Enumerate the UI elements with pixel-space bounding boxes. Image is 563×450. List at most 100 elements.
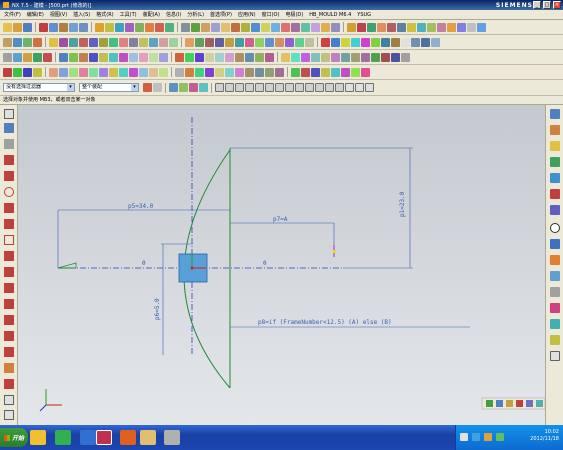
- top-view-icon[interactable]: [421, 37, 430, 47]
- process-studio-icon[interactable]: [550, 255, 560, 265]
- move-object-icon[interactable]: [281, 52, 290, 62]
- layer-settings-icon[interactable]: [321, 52, 330, 62]
- dim-p8[interactable]: p8=if (FrameNumber<12.5) (A) else (B): [258, 319, 392, 326]
- attribute-icon[interactable]: [205, 52, 214, 62]
- sketch-name-icon[interactable]: [4, 123, 14, 133]
- plane-constructor-icon[interactable]: [365, 83, 374, 92]
- rotate-icon[interactable]: [125, 22, 134, 32]
- sphere-icon[interactable]: [251, 22, 260, 32]
- hb-move-icon[interactable]: [89, 67, 98, 77]
- stop-icon[interactable]: [23, 67, 32, 77]
- sketch-mirror-icon[interactable]: [4, 363, 14, 373]
- maximize-button[interactable]: □: [543, 1, 551, 9]
- thicken-icon[interactable]: [477, 22, 486, 32]
- ie-icon[interactable]: [55, 430, 71, 445]
- menu-window[interactable]: 窗口(O): [262, 11, 280, 18]
- sketch-arc-icon[interactable]: [4, 171, 14, 181]
- origin-point[interactable]: [190, 266, 194, 270]
- trim-body-icon[interactable]: [417, 22, 426, 32]
- paste-icon[interactable]: [59, 22, 68, 32]
- regen-icon[interactable]: [341, 67, 350, 77]
- fit-icon[interactable]: [95, 22, 104, 32]
- menu-information[interactable]: 信息(I): [166, 11, 181, 18]
- core-cavity-icon[interactable]: [351, 37, 360, 47]
- spreadsheet-icon[interactable]: [195, 52, 204, 62]
- redo-icon[interactable]: [79, 22, 88, 32]
- sketch-trim-icon[interactable]: [4, 315, 14, 325]
- weld-icon[interactable]: [225, 67, 234, 77]
- grid-icon[interactable]: [311, 52, 320, 62]
- yellow-warn-icon[interactable]: [321, 67, 330, 77]
- sketch-corner-icon[interactable]: [4, 347, 14, 357]
- background-icon[interactable]: [391, 52, 400, 62]
- sketch-extend-icon[interactable]: [4, 331, 14, 341]
- hb-setup-icon[interactable]: [149, 67, 158, 77]
- pmi-icon[interactable]: [265, 67, 274, 77]
- close-button[interactable]: ×: [553, 1, 561, 9]
- quick-zoom-icon[interactable]: [496, 400, 503, 407]
- join-curve-icon[interactable]: [275, 37, 284, 47]
- clip-icon[interactable]: [351, 52, 360, 62]
- dim-p6[interactable]: p6=5.0: [154, 298, 161, 320]
- quick-orient-icon[interactable]: [526, 400, 533, 407]
- record-icon[interactable]: [3, 67, 12, 77]
- sketch-chamfer-icon[interactable]: [4, 219, 14, 229]
- mould-wizard-tab-icon[interactable]: [550, 319, 560, 329]
- view-triad-icon[interactable]: [401, 37, 410, 47]
- fix-icon[interactable]: [79, 52, 88, 62]
- pocket-icon[interactable]: [301, 22, 310, 32]
- symmetric-icon[interactable]: [159, 52, 168, 62]
- vertical-icon[interactable]: [139, 52, 148, 62]
- hole-icon[interactable]: [281, 22, 290, 32]
- intersect-icon[interactable]: [367, 22, 376, 32]
- point-icon[interactable]: [13, 52, 22, 62]
- vector-constructor-icon[interactable]: [355, 83, 364, 92]
- face-rule-icon[interactable]: [179, 83, 188, 92]
- section-view-icon[interactable]: [361, 52, 370, 62]
- render-icon[interactable]: [381, 52, 390, 62]
- face-blend-icon[interactable]: [59, 37, 68, 47]
- general-selection-icon[interactable]: [153, 83, 162, 92]
- dim-p1[interactable]: p1=23.0: [399, 191, 406, 217]
- web-icon[interactable]: [265, 52, 274, 62]
- update-icon[interactable]: [351, 67, 360, 77]
- cone-icon[interactable]: [241, 22, 250, 32]
- scale-icon[interactable]: [467, 22, 476, 32]
- quick-rotate-icon[interactable]: [516, 400, 523, 407]
- slider-icon[interactable]: [391, 37, 400, 47]
- delete-icon[interactable]: [361, 67, 370, 77]
- part-navigator-icon[interactable]: [215, 52, 224, 62]
- extrude-icon[interactable]: [261, 22, 270, 32]
- constraint-icon[interactable]: [69, 52, 78, 62]
- green-check-icon[interactable]: [291, 67, 300, 77]
- dim-p5[interactable]: p5=34.0: [128, 203, 154, 210]
- ejector-icon[interactable]: [381, 37, 390, 47]
- quick-shade-icon[interactable]: [536, 400, 543, 407]
- hb-cam-icon[interactable]: [129, 67, 138, 77]
- snap-on-curve-icon[interactable]: [305, 83, 314, 92]
- expression-icon[interactable]: [185, 52, 194, 62]
- graphics-window[interactable]: p5=34.0 p7=A p1=23.0 p6=5.0 p8=if (Frame…: [18, 105, 545, 425]
- dimension-icon[interactable]: [59, 52, 68, 62]
- app-task-icon[interactable]: [120, 430, 136, 445]
- mirror-icon[interactable]: [437, 22, 446, 32]
- hb-bom-icon[interactable]: [109, 67, 118, 77]
- start-button[interactable]: 开始: [0, 428, 28, 447]
- save-icon[interactable]: [23, 22, 32, 32]
- select-icon[interactable]: [3, 52, 12, 62]
- qq-icon[interactable]: [80, 430, 96, 445]
- part-navigator-tab-icon[interactable]: [550, 141, 560, 151]
- menu-file[interactable]: 文件(F): [4, 11, 21, 18]
- standard-part-icon[interactable]: [371, 37, 380, 47]
- yellow-point[interactable]: [333, 250, 336, 253]
- perpendicular-icon[interactable]: [119, 52, 128, 62]
- blend-icon[interactable]: [377, 22, 386, 32]
- image-icon[interactable]: [255, 67, 264, 77]
- sketch-dimension-icon[interactable]: [4, 379, 14, 389]
- journal-icon[interactable]: [33, 67, 42, 77]
- animate-icon[interactable]: [175, 52, 184, 62]
- sketch-icon[interactable]: [3, 37, 12, 47]
- note-icon[interactable]: [185, 67, 194, 77]
- snap-line-icon[interactable]: [235, 83, 244, 92]
- history-icon[interactable]: [245, 52, 254, 62]
